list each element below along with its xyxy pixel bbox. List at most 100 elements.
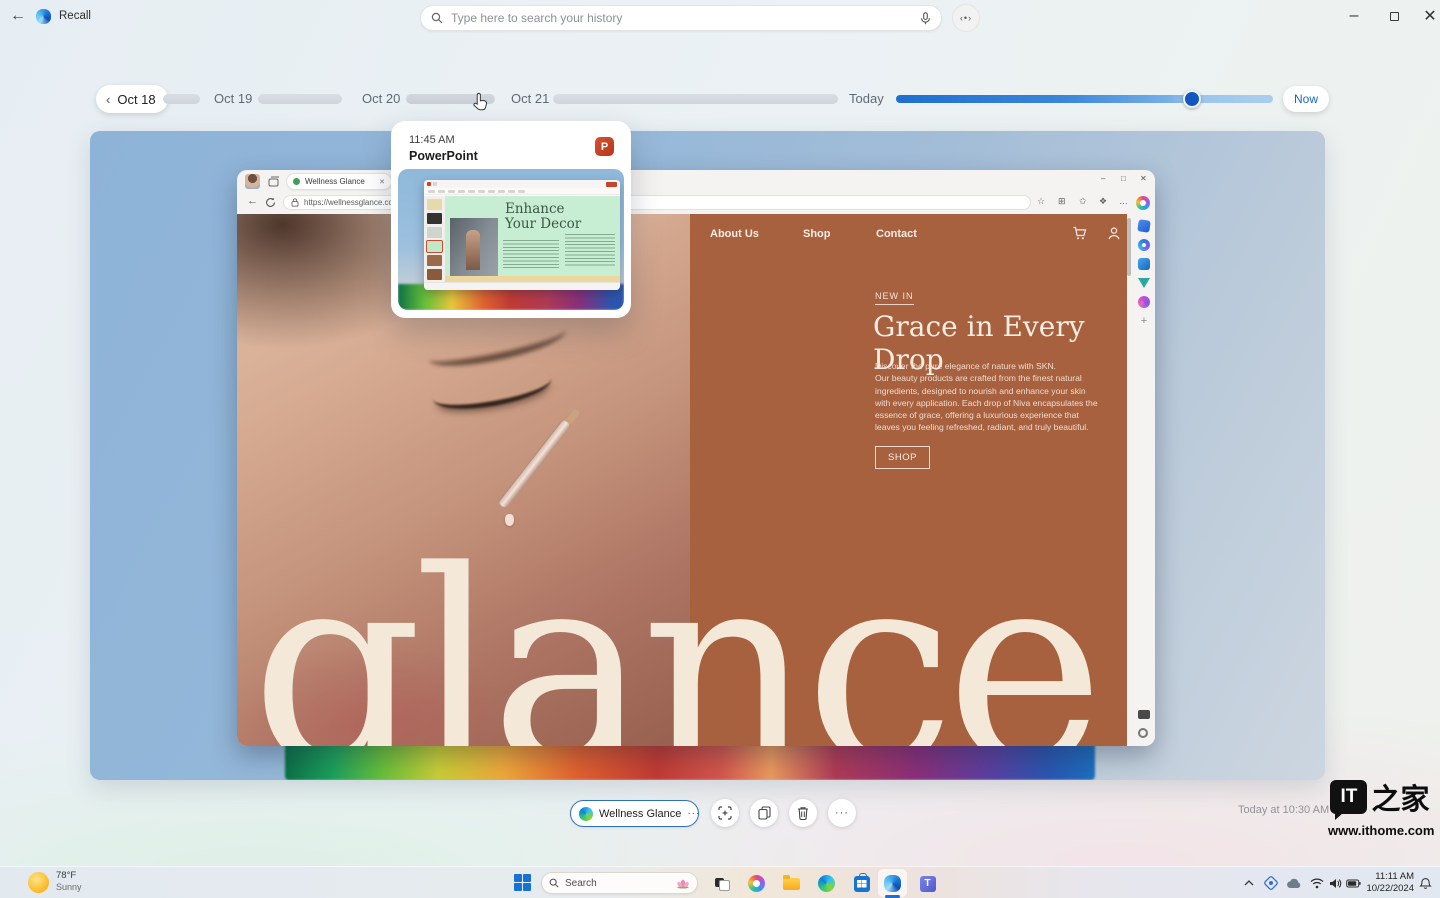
tray-chevron-icon[interactable] [1240,874,1258,892]
snapshot-timestamp: Today at 10:30 AM [1238,804,1329,816]
mic-icon[interactable] [920,12,931,25]
nav-shop: Shop [803,228,831,240]
recall-app-window: ← Recall Type here to search your histor… [0,0,1440,898]
teams-button[interactable]: T [917,873,938,894]
hand-cursor [472,92,490,112]
day-label-oct20[interactable]: Oct 20 [362,91,400,106]
weather-temp[interactable]: 78°F [56,870,76,881]
taskbar-search[interactable]: Search [541,872,698,894]
timeline-segment[interactable] [553,94,838,104]
slider-thumb[interactable] [1183,90,1201,108]
day-label-oct19[interactable]: Oct 19 [214,91,252,106]
title-bar: ← Recall Type here to search your histor… [0,0,1440,36]
refresh-icon [265,197,276,208]
snip-button[interactable] [711,799,739,827]
more-actions-button[interactable]: ··· [828,799,856,827]
outlook-icon [1138,258,1150,270]
volume-icon[interactable] [1326,874,1344,892]
search-icon [549,878,559,888]
search-placeholder: Type here to search your history [451,11,920,25]
extensions-icon: ❖ [1099,196,1107,207]
site-favicon [293,178,300,185]
hero-body-text: Discover the pure elegance of nature wit… [875,360,1099,434]
star-icon: ✩ [1079,196,1087,207]
tab-close-icon: ✕ [379,178,385,186]
site-nav: About Us Shop Contact [690,228,1127,248]
taskbar: 78°F Sunny Search T [0,866,1440,898]
url-text: https://wellnessglance.com [304,198,400,207]
timeline-segment[interactable] [163,94,200,104]
copilot-icon [1136,196,1150,210]
weather-condition[interactable]: Sunny [56,882,82,892]
more-icon: … [1119,196,1128,206]
browser-tab: Wellness Glance ✕ [286,173,392,190]
new-in-badge: NEW IN [875,291,914,305]
thumb-powerpoint-window: Enhance Your Decor [424,180,620,290]
recall-taskbar-button[interactable] [882,873,903,894]
webpage-content: About Us Shop Contact NEW IN Grac [237,214,1155,746]
day-pill-oct18[interactable]: ‹ Oct 18 [96,85,168,113]
notification-bell-icon[interactable] [1416,874,1434,892]
snapshot-browser-window: Wellness Glance ✕ – □ ✕ ← https://wel [237,170,1155,746]
ithome-watermark: IT 之家 www.ithome.com [1328,776,1432,838]
more-icon: ··· [835,807,849,819]
history-search-input[interactable]: Type here to search your history [420,5,942,31]
designer-icon [1138,296,1150,308]
lock-icon [291,198,299,207]
tools-icon [1138,239,1150,251]
task-view-button[interactable] [711,873,732,894]
copy-icon [758,806,771,820]
delete-button[interactable] [789,799,817,827]
copy-button[interactable] [750,799,778,827]
day-label-oct21[interactable]: Oct 21 [511,91,549,106]
browser-toolbar: ← https://wellnessglance.com ☆ ⊞ ✩ ❖ … [237,193,1155,214]
wifi-icon[interactable] [1308,874,1326,892]
restore-button[interactable] [1374,0,1414,32]
snapshot-card[interactable]: Wellness Glance ✕ – □ ✕ ← https://wel [90,131,1325,780]
tray-clock[interactable]: 11:11 AM 10/22/2024 [1358,871,1414,895]
sidebar-settings-icon [1138,728,1148,738]
edge-icon [579,807,593,821]
browser-profile-avatar [245,174,260,189]
now-button[interactable]: Now [1283,86,1329,112]
browser-back-icon: ← [247,195,258,207]
edge-sidebar: + [1133,214,1155,746]
copilot-taskbar-button[interactable] [746,873,767,894]
glance-wordmark: glance [251,536,1095,746]
minimize-button[interactable]: – [1334,0,1374,32]
ithome-logo: IT [1330,780,1367,814]
edge-taskbar-button[interactable] [816,873,837,894]
slide-canvas: Enhance Your Decor [445,196,620,282]
slide-title: Enhance Your Decor [505,202,581,232]
cart-icon [1072,226,1087,241]
store-button[interactable] [851,873,872,894]
page-scrollbar [1127,216,1131,744]
lotus-icon [676,877,690,889]
thumb-share-button [606,182,617,187]
popup-time: 11:45 AM [409,134,455,146]
popup-thumbnail[interactable]: Enhance Your Decor [398,169,624,310]
tray-widget-icon[interactable] [1262,874,1280,892]
back-button[interactable]: ← [10,7,26,25]
pill-more-icon[interactable]: ··· [687,808,700,819]
slide-photo [450,218,498,276]
timeline-toggle-button[interactable]: ‹•› [952,4,980,32]
onedrive-cloud-icon[interactable] [1285,874,1303,892]
slide-thumbnails-panel [424,196,445,290]
device-icon [1138,710,1150,719]
snip-icon [718,806,732,820]
today-slider-track[interactable] [896,95,1273,103]
closed-eye-lashes [430,362,554,416]
source-app-pill[interactable]: Wellness Glance ··· [570,800,699,827]
close-button[interactable]: ✕ [1410,0,1440,32]
timeline-segment[interactable] [258,94,342,104]
file-explorer-button[interactable] [781,873,802,894]
snapshot-preview-popup: 11:45 AM PowerPoint P [391,121,631,318]
browser-minimize-icon: – [1101,174,1105,183]
weather-sun-icon[interactable] [28,872,49,893]
trash-icon [797,806,809,820]
collections-icon: ⊞ [1058,196,1066,207]
start-button[interactable] [514,874,531,891]
today-label: Today [849,91,884,106]
nav-contact: Contact [876,228,917,240]
